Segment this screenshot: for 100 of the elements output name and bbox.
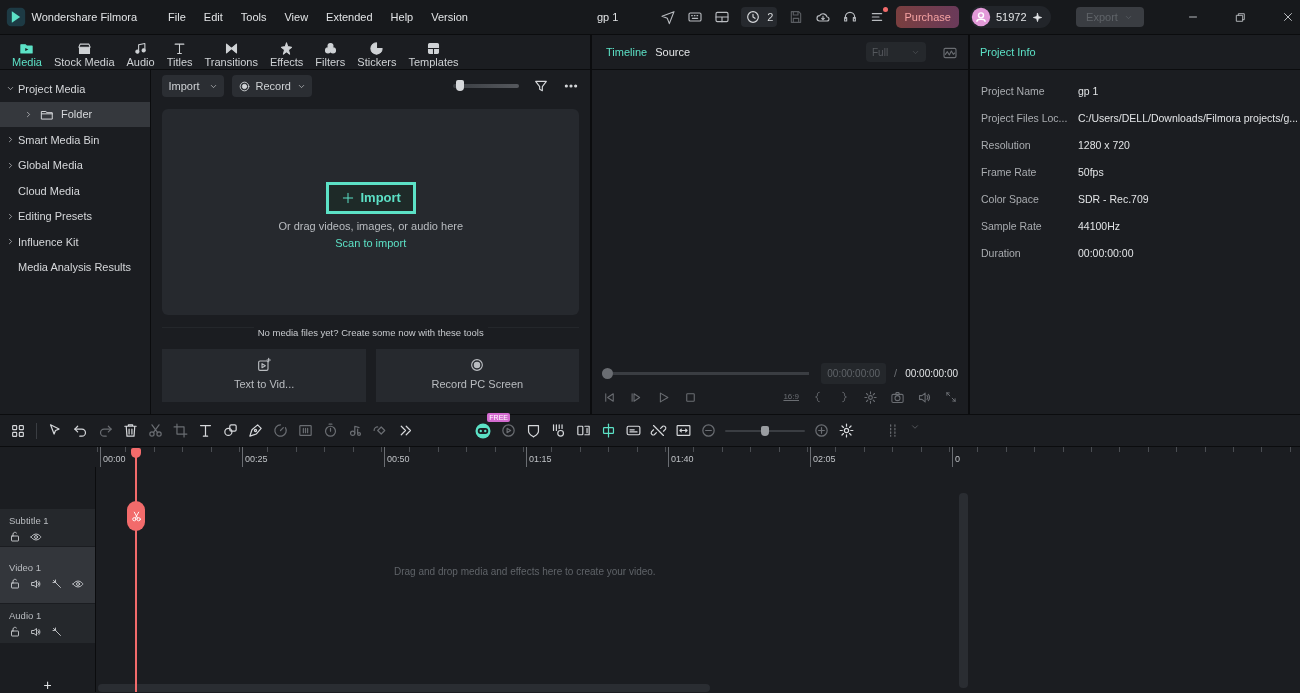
ruler-label: 00:25 xyxy=(242,447,384,467)
delete-icon[interactable] xyxy=(122,422,139,439)
info-label: Project Files Loc... xyxy=(981,110,1069,126)
import-dropdown[interactable]: Import xyxy=(162,75,225,97)
drop-zone[interactable]: Import Or drag videos, images, or audio here Scan to import xyxy=(162,109,579,315)
scissors-icon[interactable] xyxy=(147,422,164,439)
playhead-marker[interactable] xyxy=(131,448,141,458)
purchase-button[interactable]: Purchase xyxy=(896,5,959,29)
tool-card[interactable]: Record PC Screen xyxy=(375,348,579,402)
shapes-icon[interactable] xyxy=(222,422,239,439)
fit-icon[interactable] xyxy=(675,422,692,439)
zoom-in-icon[interactable] xyxy=(813,422,830,439)
menu-item[interactable]: Edit xyxy=(194,8,232,26)
playhead-knob[interactable] xyxy=(602,367,613,379)
effects-icon xyxy=(279,40,295,56)
credits-badge[interactable]: 51972 xyxy=(969,6,1051,28)
speed-icon[interactable] xyxy=(272,422,289,439)
sidebar-item[interactable]: Project Media xyxy=(0,76,151,102)
filter-icon[interactable] xyxy=(533,78,549,94)
sidebar-item[interactable]: Smart Media Bin xyxy=(0,127,151,153)
sidebar-item[interactable]: Folder xyxy=(0,101,151,127)
text-to-video-icon xyxy=(256,357,273,374)
shield-icon[interactable] xyxy=(525,422,542,439)
layout-grid-icon[interactable] xyxy=(10,422,26,439)
menu-item[interactable]: Extended xyxy=(317,8,382,26)
eye-icon[interactable] xyxy=(72,578,84,591)
zoom-out-icon[interactable] xyxy=(700,422,717,439)
folder-icon xyxy=(40,108,54,123)
track-header[interactable]: Subtitle 1 xyxy=(0,509,95,547)
media-tab[interactable]: Media xyxy=(6,37,48,69)
horizontal-scrollbar[interactable] xyxy=(98,684,710,692)
chevron-right-icon xyxy=(6,135,15,145)
timer-icon[interactable] xyxy=(322,422,339,439)
restore-icon[interactable] xyxy=(1233,10,1247,24)
media-tab[interactable]: Titles xyxy=(160,37,199,69)
keyboard-icon[interactable] xyxy=(687,9,704,25)
crop-icon[interactable] xyxy=(172,422,189,439)
ruler-label: 02:05 xyxy=(810,447,952,467)
history-button[interactable]: 2 xyxy=(741,6,778,28)
info-value: 1280 x 720 xyxy=(1078,137,1130,153)
track-header[interactable]: Video 1 xyxy=(0,547,95,604)
ruler-label: 00:50 xyxy=(384,447,526,467)
avatar-icon xyxy=(970,7,991,27)
menu-item[interactable]: File xyxy=(159,8,195,26)
sidebar-item[interactable]: Editing Presets xyxy=(0,203,151,229)
robot-icon[interactable] xyxy=(474,421,492,440)
menu-item[interactable]: Version xyxy=(422,8,477,26)
info-label: Sample Rate xyxy=(981,218,1043,234)
timeline-hint: Drag and drop media and effects here to create your video. xyxy=(394,565,656,579)
chevron-right-icon xyxy=(6,160,15,170)
notification-dot xyxy=(883,7,889,12)
media-tab[interactable]: Effects xyxy=(263,37,310,69)
media-tab[interactable]: Transitions xyxy=(198,37,264,69)
time-separator: / xyxy=(894,365,898,381)
sidebar-item[interactable]: Cloud Media xyxy=(0,178,151,204)
info-label: Project Name xyxy=(981,83,1046,99)
media-tab[interactable]: Templates xyxy=(402,37,465,69)
send-icon[interactable] xyxy=(660,9,677,25)
unlink-icon[interactable] xyxy=(650,422,667,439)
preview-tab[interactable]: Timeline xyxy=(602,43,652,61)
media-tab[interactable]: Audio xyxy=(120,37,161,69)
sidebar-item[interactable]: Influence Kit xyxy=(0,229,151,255)
record-icon xyxy=(238,79,252,93)
volume-icon[interactable] xyxy=(30,578,42,591)
fullscreen-icon[interactable] xyxy=(944,390,958,404)
track-header[interactable]: Audio 1 xyxy=(0,604,95,644)
preview-tab[interactable]: Source xyxy=(651,43,695,61)
menu-item[interactable]: Help xyxy=(381,8,423,26)
snap-icon[interactable] xyxy=(600,422,617,439)
volume-icon[interactable] xyxy=(30,626,42,639)
menu-item[interactable]: View xyxy=(275,8,318,26)
sidebar-item[interactable]: Global Media xyxy=(0,152,151,178)
tool-card[interactable]: Text to Vid... xyxy=(162,348,366,402)
text-icon[interactable] xyxy=(197,422,214,439)
lock-icon[interactable] xyxy=(9,626,21,639)
lock-icon[interactable] xyxy=(9,531,21,544)
magic-wand-icon[interactable] xyxy=(51,626,63,639)
sidebar-item[interactable]: Media Analysis Results xyxy=(0,254,151,280)
add-track-button[interactable]: + xyxy=(43,678,52,692)
layout-icon[interactable] xyxy=(714,9,731,25)
record-dropdown[interactable]: Record xyxy=(232,75,313,97)
ruler-label: 01:15 xyxy=(526,447,668,467)
lock-icon[interactable] xyxy=(9,578,21,591)
slider-thumb[interactable] xyxy=(455,80,464,91)
magic-wand-icon[interactable] xyxy=(51,578,63,591)
import-button[interactable]: Import xyxy=(325,182,416,214)
play-circle-icon[interactable] xyxy=(500,422,517,439)
eye-icon[interactable] xyxy=(30,531,42,544)
pen-icon[interactable] xyxy=(247,422,264,439)
camera-icon[interactable] xyxy=(890,389,905,405)
headset-icon[interactable] xyxy=(842,9,859,25)
media-tab[interactable]: Stickers xyxy=(351,37,403,69)
media-tab[interactable]: Stock Media xyxy=(47,37,121,69)
info-label: Duration xyxy=(981,245,1022,261)
slider-thumb[interactable] xyxy=(761,425,769,436)
freeze-frame-icon[interactable] xyxy=(297,422,314,439)
scan-to-import-link[interactable]: Scan to import xyxy=(335,235,407,252)
media-tab[interactable]: Filters xyxy=(309,37,352,69)
menu-item[interactable]: Tools xyxy=(231,8,276,26)
info-value: gp 1 xyxy=(1078,83,1099,99)
